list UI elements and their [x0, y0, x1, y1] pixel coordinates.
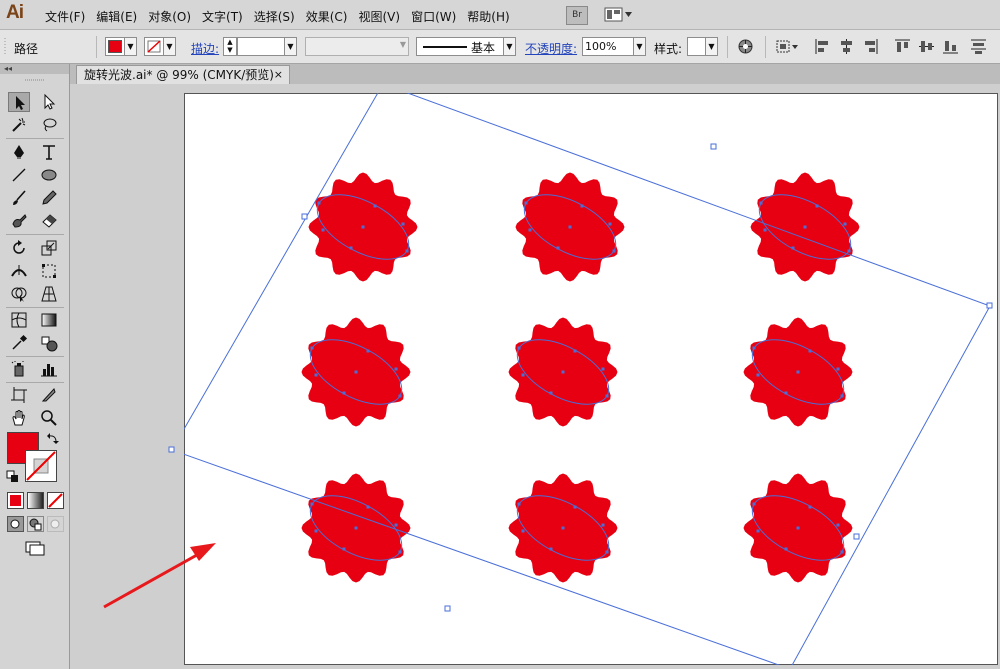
anchor-point[interactable]	[549, 547, 553, 551]
anchor-point[interactable]	[314, 529, 318, 533]
center-point[interactable]	[561, 370, 565, 374]
anchor-point[interactable]	[601, 367, 605, 371]
anchor-point[interactable]	[556, 246, 560, 250]
anchor-point[interactable]	[840, 394, 844, 398]
flower-group[interactable]	[300, 172, 861, 583]
anchor-point[interactable]	[373, 204, 377, 208]
anchor-point[interactable]	[840, 550, 844, 554]
anchor-point[interactable]	[847, 249, 851, 253]
anchor-point[interactable]	[401, 222, 405, 226]
anchor-point[interactable]	[366, 349, 370, 353]
anchor-point[interactable]	[808, 349, 812, 353]
anchor-point[interactable]	[756, 529, 760, 533]
anchor-point[interactable]	[317, 201, 321, 205]
anchor-point[interactable]	[605, 550, 609, 554]
anchor-point[interactable]	[784, 391, 788, 395]
bbox-handle[interactable]	[168, 446, 175, 453]
center-point[interactable]	[803, 225, 807, 229]
anchor-point[interactable]	[517, 502, 521, 506]
anchor-point[interactable]	[580, 204, 584, 208]
watermark: jingyan.baidu.com	[763, 618, 948, 642]
anchor-point[interactable]	[521, 529, 525, 533]
anchor-point[interactable]	[310, 502, 314, 506]
anchor-point[interactable]	[601, 523, 605, 527]
center-point[interactable]	[561, 526, 565, 530]
center-point[interactable]	[354, 370, 358, 374]
anchor-point[interactable]	[405, 249, 409, 253]
canvas-artwork	[103, 93, 993, 665]
anchor-point[interactable]	[398, 550, 402, 554]
anchor-point[interactable]	[342, 391, 346, 395]
anchor-point[interactable]	[836, 367, 840, 371]
center-point[interactable]	[361, 225, 365, 229]
anchor-point[interactable]	[394, 523, 398, 527]
anchor-point[interactable]	[366, 505, 370, 509]
anchor-point[interactable]	[836, 523, 840, 527]
anchor-point[interactable]	[843, 222, 847, 226]
anchor-point[interactable]	[394, 367, 398, 371]
anchor-point[interactable]	[342, 547, 346, 551]
anchor-point[interactable]	[791, 246, 795, 250]
anchor-point[interactable]	[784, 547, 788, 551]
anchor-point[interactable]	[815, 204, 819, 208]
anchor-point[interactable]	[310, 346, 314, 350]
anchor-point[interactable]	[612, 249, 616, 253]
anchor-point[interactable]	[398, 394, 402, 398]
anchor-point[interactable]	[314, 373, 318, 377]
anchor-point[interactable]	[608, 222, 612, 226]
anchor-point[interactable]	[573, 349, 577, 353]
anchor-point[interactable]	[752, 502, 756, 506]
center-point[interactable]	[796, 370, 800, 374]
bbox-handle[interactable]	[444, 605, 451, 612]
anchor-point[interactable]	[573, 505, 577, 509]
anchor-point[interactable]	[752, 346, 756, 350]
bbox-handle[interactable]	[853, 533, 860, 540]
center-point[interactable]	[796, 526, 800, 530]
anchor-point[interactable]	[756, 373, 760, 377]
center-point[interactable]	[354, 526, 358, 530]
bbox-handle[interactable]	[710, 143, 717, 150]
anchor-point[interactable]	[528, 228, 532, 232]
bbox-handle[interactable]	[301, 213, 308, 220]
anchor-point[interactable]	[763, 228, 767, 232]
anchor-point[interactable]	[349, 246, 353, 250]
anchor-point[interactable]	[521, 373, 525, 377]
anchor-point[interactable]	[524, 201, 528, 205]
anchor-point[interactable]	[321, 228, 325, 232]
center-point[interactable]	[568, 225, 572, 229]
anchor-point[interactable]	[605, 394, 609, 398]
anchor-point[interactable]	[549, 391, 553, 395]
annotation-arrow	[103, 543, 216, 609]
anchor-point[interactable]	[759, 201, 763, 205]
bbox-handle[interactable]	[986, 302, 993, 309]
anchor-point[interactable]	[808, 505, 812, 509]
anchor-point[interactable]	[517, 346, 521, 350]
